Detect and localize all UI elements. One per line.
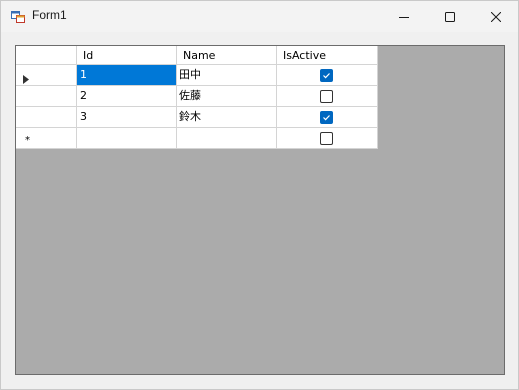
minimize-button[interactable] <box>381 1 427 32</box>
maximize-icon <box>445 11 455 22</box>
window-title: Form1 <box>32 8 67 22</box>
isactive-checkbox[interactable] <box>320 90 333 103</box>
column-header-name[interactable]: Name <box>177 46 277 65</box>
column-header-id[interactable]: Id <box>77 46 177 65</box>
cell-name[interactable]: 田中 <box>177 65 277 86</box>
cell-isactive[interactable] <box>277 65 378 86</box>
row-header[interactable] <box>16 86 77 107</box>
isactive-checkbox[interactable] <box>320 69 333 82</box>
cell-id[interactable]: 2 <box>77 86 177 107</box>
cell-id[interactable]: 1 <box>77 65 177 86</box>
close-icon <box>491 11 501 22</box>
cell-name[interactable] <box>177 128 277 149</box>
winforms-app-icon[interactable] <box>11 9 25 23</box>
table-row[interactable]: 1 田中 <box>16 65 378 86</box>
cell-id[interactable] <box>77 128 177 149</box>
column-header-isactive[interactable]: IsActive <box>277 46 378 65</box>
cell-isactive[interactable] <box>277 128 378 149</box>
cell-isactive[interactable] <box>277 107 378 128</box>
title-bar[interactable]: Form1 <box>1 1 518 32</box>
cell-isactive[interactable] <box>277 86 378 107</box>
row-header[interactable] <box>16 107 77 128</box>
row-header[interactable]: * <box>16 128 77 149</box>
form-window: Form1 Id Name IsActive 1 田中 2 佐藤 3 鈴木 * <box>0 0 519 390</box>
minimize-icon <box>399 12 409 22</box>
cell-id[interactable]: 3 <box>77 107 177 128</box>
data-grid-view[interactable]: Id Name IsActive 1 田中 2 佐藤 3 鈴木 * <box>15 45 505 375</box>
table-row[interactable]: 2 佐藤 <box>16 86 378 107</box>
row-header[interactable] <box>16 65 77 86</box>
row-pointer-arrow-icon <box>23 71 29 85</box>
isactive-checkbox[interactable] <box>320 111 333 124</box>
cell-name[interactable]: 佐藤 <box>177 86 277 107</box>
top-left-header-cell[interactable] <box>16 46 77 65</box>
new-row-marker: * <box>25 135 30 146</box>
cell-name[interactable]: 鈴木 <box>177 107 277 128</box>
new-row[interactable]: * <box>16 128 378 149</box>
grid-header-row: Id Name IsActive <box>16 46 378 65</box>
isactive-checkbox[interactable] <box>320 132 333 145</box>
maximize-button[interactable] <box>427 1 473 32</box>
close-button[interactable] <box>473 1 519 32</box>
table-row[interactable]: 3 鈴木 <box>16 107 378 128</box>
